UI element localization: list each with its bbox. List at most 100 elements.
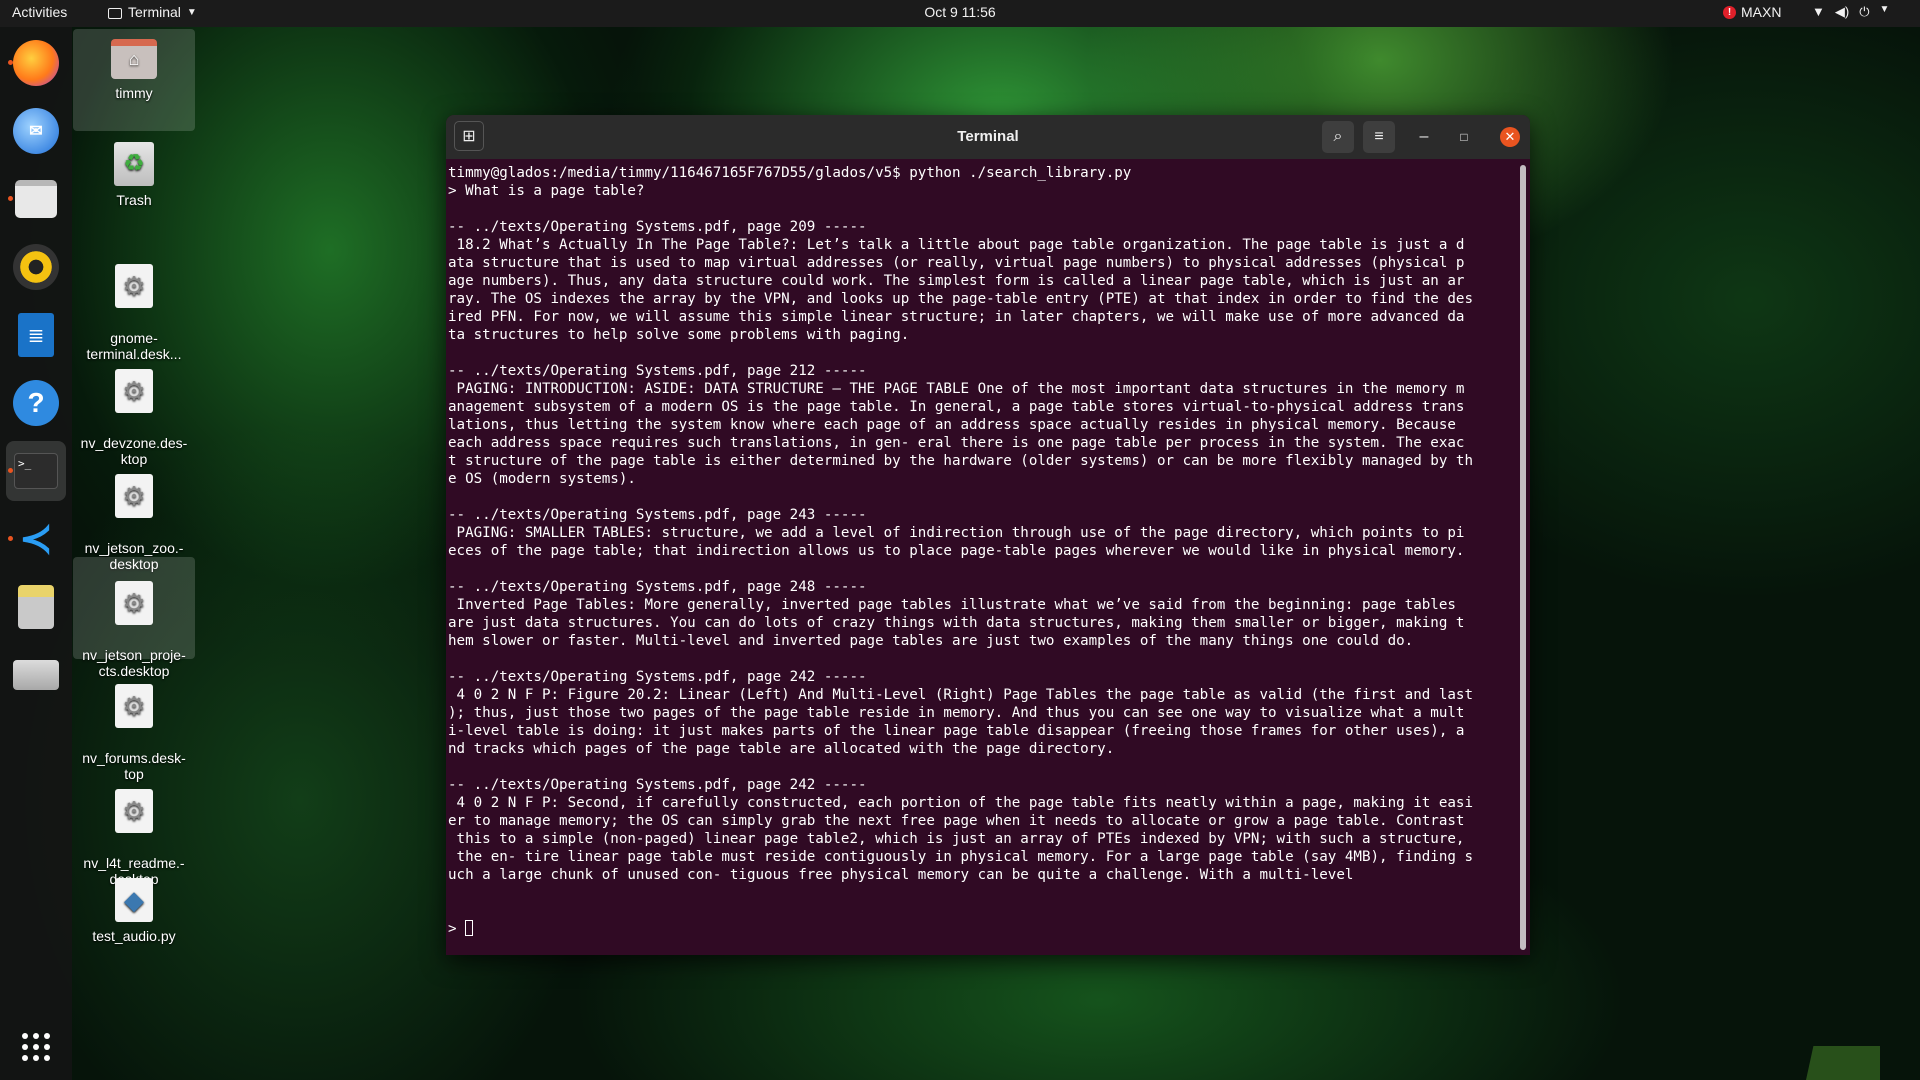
gear-icon: ⚙ [115,581,153,625]
terminal-line: 4 0 2 N F P: Figure 20.2: Linear (Left) … [448,687,1473,703]
terminal-line: the en- tire linear page table must resi… [448,849,1473,865]
power-mode-indicator[interactable]: ! MAXN [1723,4,1781,20]
running-indicator [8,468,13,473]
terminal-line: anagement subsystem of a modern OS is th… [448,399,1465,415]
terminal-line: ray. The OS indexes the array by the VPN… [448,291,1473,307]
files-launcher[interactable] [6,169,66,229]
gear-icon: ⚙ [115,684,153,728]
terminal-line: ata structure that is used to map virtua… [448,255,1465,271]
terminal-line: timmy@glados:/media/timmy/116467165F767D… [448,165,1132,181]
terminal-line: age numbers). Thus, any data structure c… [448,273,1465,289]
desktop-icon-home[interactable]: ⌂ timmy [73,29,195,131]
sd-card-icon [18,585,54,629]
nvidia-logo-fragment [1806,1046,1880,1080]
terminal-line: -- ../texts/Operating Systems.pdf, page … [448,219,867,235]
thunderbird-launcher[interactable]: ✉ [6,101,66,161]
terminal-line: ired PFN. For now, we will assume this s… [448,309,1465,325]
menu-button[interactable]: ≡ [1363,121,1395,153]
minimize-button[interactable]: – [1408,121,1440,153]
terminal-line: > What is a page table? [448,183,645,199]
volume-icon: ◀) [1834,4,1850,19]
terminal-line: 4 0 2 N F P: Second, if carefully constr… [448,795,1473,811]
top-bar: Activities Terminal ▼ Oct 9 11:56 ! MAXN… [0,0,1920,27]
writer-launcher[interactable]: ≣ [6,305,66,365]
wifi-icon: ▼ [1812,4,1825,19]
terminal-line: i-level table is doing: it just makes pa… [448,723,1465,739]
terminal-window: ⊞ Terminal ⌕ ≡ – □ ✕ timmy@glados:/media… [446,115,1530,955]
files-icon [15,180,57,218]
rhythmbox-launcher[interactable] [6,237,66,297]
terminal-line: lations, thus letting the system know wh… [448,417,1456,433]
app-menu[interactable]: Terminal ▼ [108,4,197,20]
vscode-launcher[interactable]: ≺ [6,509,66,569]
text-cursor [465,920,474,936]
terminal-line: Inverted Page Tables: More generally, in… [448,597,1456,613]
terminal-line: ); thus, just those two pages of the pag… [448,705,1465,721]
terminal-line: eces of the page table; that indirection… [448,543,1465,559]
desktop-icon-label: test_audio.py [92,928,176,944]
drive-icon [13,660,59,690]
terminal-line: this to a simple (non-paged) linear page… [448,831,1465,847]
terminal-prompt-line[interactable]: > [448,920,1530,938]
close-button[interactable]: ✕ [1500,127,1520,147]
firefox-icon [13,40,59,86]
prompt-symbol: > [448,921,466,937]
terminal-line: hem slower or faster. Multi-level and in… [448,633,1414,649]
home-folder-icon: ⌂ [111,39,157,79]
terminal-line: PAGING: INTRODUCTION: ASIDE: DATA STRUCT… [448,381,1465,397]
terminal-launcher[interactable]: >_ [6,441,66,501]
hamburger-menu-icon: ≡ [1374,128,1384,145]
running-indicator [8,60,13,65]
scrollbar[interactable] [1520,165,1526,950]
terminal-line: t structure of the page table is either … [448,453,1473,469]
sd-card-launcher[interactable] [6,577,66,637]
rhythmbox-icon [13,244,59,290]
terminal-line: -- ../texts/Operating Systems.pdf, page … [448,507,867,523]
running-indicator [8,536,13,541]
terminal-line: -- ../texts/Operating Systems.pdf, page … [448,777,867,793]
clock[interactable]: Oct 9 11:56 [924,4,995,20]
search-button[interactable]: ⌕ [1322,121,1354,153]
firefox-launcher[interactable] [6,33,66,93]
writer-icon: ≣ [18,313,54,357]
terminal-output[interactable]: timmy@glados:/media/timmy/116467165F767D… [446,159,1530,938]
terminal-icon [108,7,122,19]
terminal-line: -- ../texts/Operating Systems.pdf, page … [448,363,867,379]
running-indicator [8,196,13,201]
terminal-line: uch a large chunk of unused con- tiguous… [448,867,1354,883]
help-launcher[interactable]: ? [6,373,66,433]
terminal-line: PAGING: SMALLER TABLES: structure, we ad… [448,525,1465,541]
trash-icon: ♻ [114,142,154,186]
close-icon: ✕ [1504,129,1516,144]
gear-icon: ⚙ [115,474,153,518]
desktop-icon-test-audio[interactable]: ◆ test_audio.py [73,870,195,944]
power-icon: ⏻ [1859,4,1870,19]
maximize-button[interactable]: □ [1448,121,1480,153]
show-applications-button[interactable] [6,1017,66,1077]
drive-launcher[interactable] [6,645,66,705]
desktop-icon-nv-jetson-projects[interactable]: ⚙ nv_jetson_proje- cts.desktop [73,557,195,679]
terminal-line: are just data structures. You can do lot… [448,615,1465,631]
gear-icon: ⚙ [115,369,153,413]
terminal-line: nd tracks which pages of the page table … [448,741,1115,757]
title-bar[interactable]: ⊞ Terminal ⌕ ≡ – □ ✕ [446,115,1530,159]
activities-button[interactable]: Activities [12,4,67,20]
terminal-icon: >_ [14,453,58,489]
desktop-icon-trash[interactable]: ♻ Trash [73,134,195,208]
vscode-icon: ≺ [19,517,53,561]
search-icon: ⌕ [1333,128,1343,145]
system-menu[interactable]: ▼ ◀) ⏻ ▼ [1812,4,1889,20]
alert-icon: ! [1723,5,1736,19]
terminal-line: e OS (modern systems). [448,471,636,487]
app-menu-label: Terminal [128,4,181,20]
terminal-line: each address space requires such transla… [448,435,1465,451]
terminal-line: 18.2 What’s Actually In The Page Table?:… [448,237,1465,253]
maximize-icon: □ [1460,130,1468,144]
